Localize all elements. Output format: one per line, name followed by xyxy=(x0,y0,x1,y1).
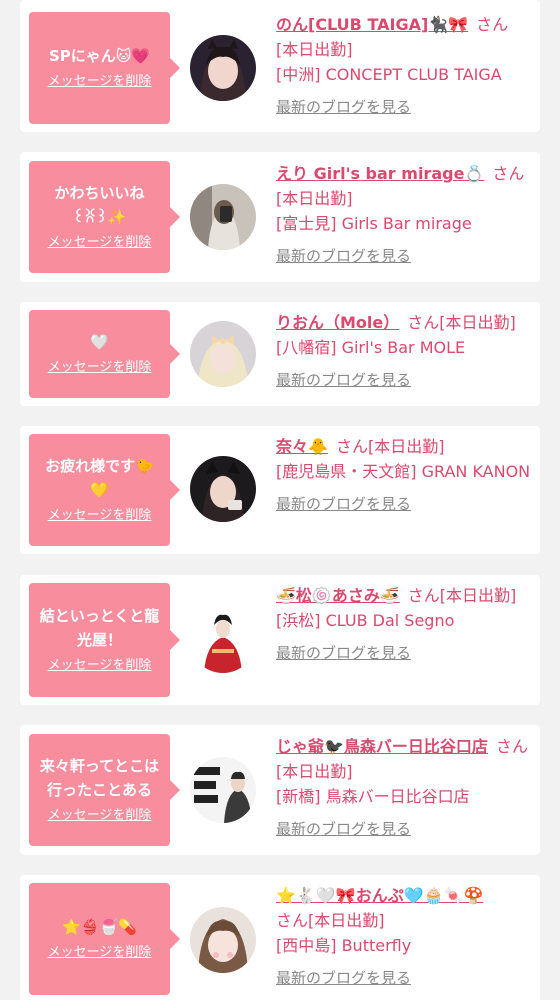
delete-message-link[interactable]: メッセージを削除 xyxy=(48,943,152,963)
message-bubble: 🤍 メッセージを削除 xyxy=(29,310,180,398)
avatar[interactable] xyxy=(190,184,256,250)
cast-info: 🍜松🍥あさみ🍜 さん[本日出勤] [浜松] CLUB Dal Segno 最新のブ… xyxy=(276,583,532,666)
cast-info: じゃ爺🐦‍⬛鳥森バー日比谷口店 さん [本日出勤] [新橋] 鳥森バー日比谷口店 最… xyxy=(276,734,532,842)
message-text: 🤍 xyxy=(90,333,109,351)
message-text: かわちいいね ꒰ꐦ꒱✨ xyxy=(54,184,145,226)
attendance-status: [本日出勤] xyxy=(439,313,516,332)
honorific: さん xyxy=(476,15,509,34)
avatar-image xyxy=(190,321,256,387)
cast-name-link[interactable]: 🍜松🍥あさみ🍜 xyxy=(276,586,400,605)
cast-name-link[interactable]: りおん（Mole） xyxy=(276,313,399,332)
delete-message-link[interactable]: メッセージを削除 xyxy=(48,806,152,826)
message-card: 🤍 メッセージを削除 りおん（Mole） さん[本日出勤] [八幡宿] Girl'… xyxy=(20,302,540,406)
shop-name: [浜松] CLUB Dal Segno xyxy=(276,611,455,630)
attendance-status: [本日出勤] xyxy=(276,40,353,59)
cast-info: りおん（Mole） さん[本日出勤] [八幡宿] Girl's Bar MOLE … xyxy=(276,310,532,393)
delete-message-link[interactable]: メッセージを削除 xyxy=(48,72,152,92)
avatar-image xyxy=(190,757,256,823)
latest-blog-link[interactable]: 最新のブログを見る xyxy=(276,641,532,666)
message-bubble: お疲れ様です🐤 💛 メッセージを削除 xyxy=(29,434,180,546)
message-text: SPにゃん🐱💗 xyxy=(48,47,151,65)
avatar[interactable] xyxy=(190,321,256,387)
latest-blog-link[interactable]: 最新のブログを見る xyxy=(276,492,532,517)
message-card: ⭐👙🍧💊 メッセージを削除 ⭐🐇🤍🎀おんぷ🩵🧁🍬🍄 さん[本日出勤] [西中島]… xyxy=(20,875,540,1000)
attendance-status: [本日出勤] xyxy=(367,437,445,456)
message-bubble: 来々軒ってとこは 行ったことある メッセージを削除 xyxy=(29,734,180,846)
shop-name: [新橋] 鳥森バー日比谷口店 xyxy=(276,787,470,806)
latest-blog-link[interactable]: 最新のブログを見る xyxy=(276,244,532,269)
delete-message-link[interactable]: メッセージを削除 xyxy=(48,506,152,526)
cast-info: ⭐🐇🤍🎀おんぷ🩵🧁🍬🍄 さん[本日出勤] [西中島] Butterfly 最新の… xyxy=(276,883,532,991)
attendance-status: [本日出勤] xyxy=(276,189,353,208)
latest-blog-link[interactable]: 最新のブログを見る xyxy=(276,368,532,393)
avatar[interactable] xyxy=(190,907,256,973)
message-bubble: かわちいいね ꒰ꐦ꒱✨ メッセージを削除 xyxy=(29,161,180,273)
avatar[interactable] xyxy=(190,456,256,522)
shop-name: [富士見] Girls Bar mirage xyxy=(276,214,472,233)
message-text: 来々軒ってとこは 行ったことある xyxy=(39,757,160,799)
avatar[interactable] xyxy=(190,607,256,673)
message-bubble: ⭐👙🍧💊 メッセージを削除 xyxy=(29,883,180,995)
delete-message-link[interactable]: メッセージを削除 xyxy=(48,233,152,253)
message-bubble: SPにゃん🐱💗 メッセージを削除 xyxy=(29,12,180,124)
cast-info: のん[CLUB TAIGA]🐈‍⬛🎀 さん [本日出勤] [中洲] CONCEPT… xyxy=(276,12,532,120)
honorific: さん xyxy=(495,737,528,756)
message-bubble: 結といっとくと龍 光屋！ メッセージを削除 xyxy=(29,583,180,697)
honorific: さん xyxy=(335,437,368,456)
cast-name-link[interactable]: えり Girl's bar mirage💍 xyxy=(276,164,484,183)
honorific: さん xyxy=(407,313,440,332)
cast-name-link[interactable]: ⭐🐇🤍🎀おんぷ🩵🧁🍬🍄 xyxy=(276,886,483,905)
avatar-image xyxy=(190,35,256,101)
message-card: 結といっとくと龍 光屋！ メッセージを削除 🍜松🍥あさみ🍜 さん[本日出勤] [浜… xyxy=(20,575,540,705)
message-text: 結といっとくと龍 光屋！ xyxy=(39,607,160,649)
cast-info: えり Girl's bar mirage💍 さん [本日出勤] [富士見] Gir… xyxy=(276,161,532,269)
message-card: SPにゃん🐱💗 メッセージを削除 のん[CLUB TAIGA]🐈‍⬛🎀 さん [本… xyxy=(20,0,540,132)
honorific: さん xyxy=(276,911,309,930)
avatar[interactable] xyxy=(190,757,256,823)
honorific: さん xyxy=(492,164,525,183)
shop-name: [中洲] CONCEPT CLUB TAIGA xyxy=(276,65,502,84)
attendance-status: [本日出勤] xyxy=(308,911,385,930)
latest-blog-link[interactable]: 最新のブログを見る xyxy=(276,95,532,120)
attendance-status: [本日出勤] xyxy=(439,586,517,605)
shop-name: [八幡宿] Girl's Bar MOLE xyxy=(276,338,466,357)
avatar[interactable] xyxy=(190,35,256,101)
cast-name-link[interactable]: 奈々🐥 xyxy=(276,437,328,456)
avatar-image xyxy=(190,456,256,522)
attendance-status: [本日出勤] xyxy=(276,762,353,781)
cast-info: 奈々🐥 さん[本日出勤] [鹿児島県・天文館] GRAN KANON 最新のブログ… xyxy=(276,434,532,517)
message-card: 来々軒ってとこは 行ったことある メッセージを削除 じゃ爺🐦‍⬛鳥森バー日比谷口… xyxy=(20,725,540,855)
avatar-image xyxy=(190,607,256,673)
avatar-image xyxy=(190,184,256,250)
cast-name-link[interactable]: じゃ爺🐦‍⬛鳥森バー日比谷口店 xyxy=(276,737,488,756)
message-text: お疲れ様です🐤 💛 xyxy=(45,457,154,499)
message-card: かわちいいね ꒰ꐦ꒱✨ メッセージを削除 えり Girl's bar mirag… xyxy=(20,152,540,282)
message-text: ⭐👙🍧💊 xyxy=(62,918,137,936)
latest-blog-link[interactable]: 最新のブログを見る xyxy=(276,817,532,842)
cast-name-link[interactable]: のん[CLUB TAIGA]🐈‍⬛🎀 xyxy=(276,15,468,34)
delete-message-link[interactable]: メッセージを削除 xyxy=(48,656,152,676)
message-card: お疲れ様です🐤 💛 メッセージを削除 奈々🐥 さん[本日出勤] [鹿児島県・天文館… xyxy=(20,426,540,554)
shop-name: [西中島] Butterfly xyxy=(276,936,412,955)
honorific: さん xyxy=(407,586,440,605)
avatar-image xyxy=(190,907,256,973)
latest-blog-link[interactable]: 最新のブログを見る xyxy=(276,966,532,991)
shop-name: [鹿児島県・天文館] GRAN KANON xyxy=(276,462,531,481)
delete-message-link[interactable]: メッセージを削除 xyxy=(48,358,152,378)
